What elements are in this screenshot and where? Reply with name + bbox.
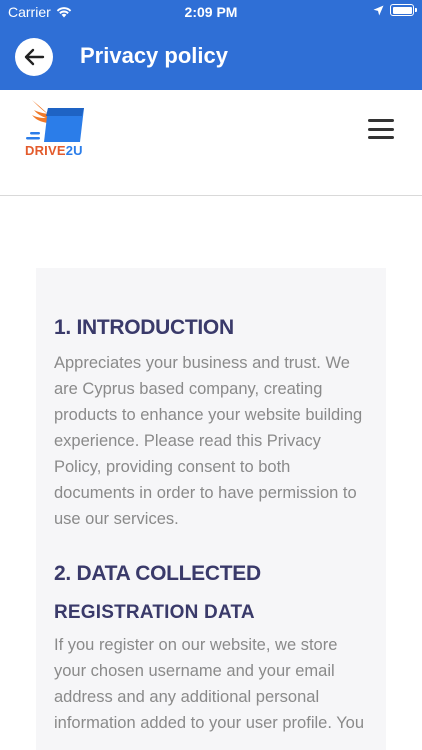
battery-icon — [390, 4, 417, 16]
logo-text-2u: 2U — [65, 143, 83, 158]
app-bar: Privacy policy — [0, 26, 422, 88]
section-data-collected-heading: 2. DATA COLLECTED — [54, 562, 261, 585]
status-bar: Carrier 2:09 PM — [0, 0, 422, 24]
menu-bar-bottom — [368, 136, 394, 139]
menu-bar-top — [368, 119, 394, 122]
logo-text-drive: DRIVE — [25, 143, 66, 158]
section-introduction-heading: 1. INTRODUCTION — [54, 316, 234, 339]
back-button[interactable] — [15, 38, 53, 76]
status-time: 2:09 PM — [184, 4, 238, 20]
back-arrow-icon — [24, 48, 45, 66]
top-bar: Carrier 2:09 PM Privacy policy — [0, 0, 422, 90]
location-arrow-icon — [373, 5, 384, 15]
site-header: DRIVE2U — [0, 90, 422, 196]
hamburger-menu-icon[interactable] — [368, 119, 394, 139]
menu-bar-middle — [368, 127, 394, 131]
section-introduction-body: Appreciates your business and trust. We … — [54, 354, 363, 528]
registration-data-body: If you register on our website, we store… — [54, 636, 365, 732]
registration-data-subheading: REGISTRATION DATA — [54, 602, 255, 623]
status-right-group — [373, 4, 417, 16]
page-title: Privacy policy — [80, 43, 228, 68]
policy-content-card: 1. INTRODUCTION Appreciates your busines… — [36, 268, 386, 750]
logo-wordmark: DRIVE2U — [25, 143, 83, 158]
